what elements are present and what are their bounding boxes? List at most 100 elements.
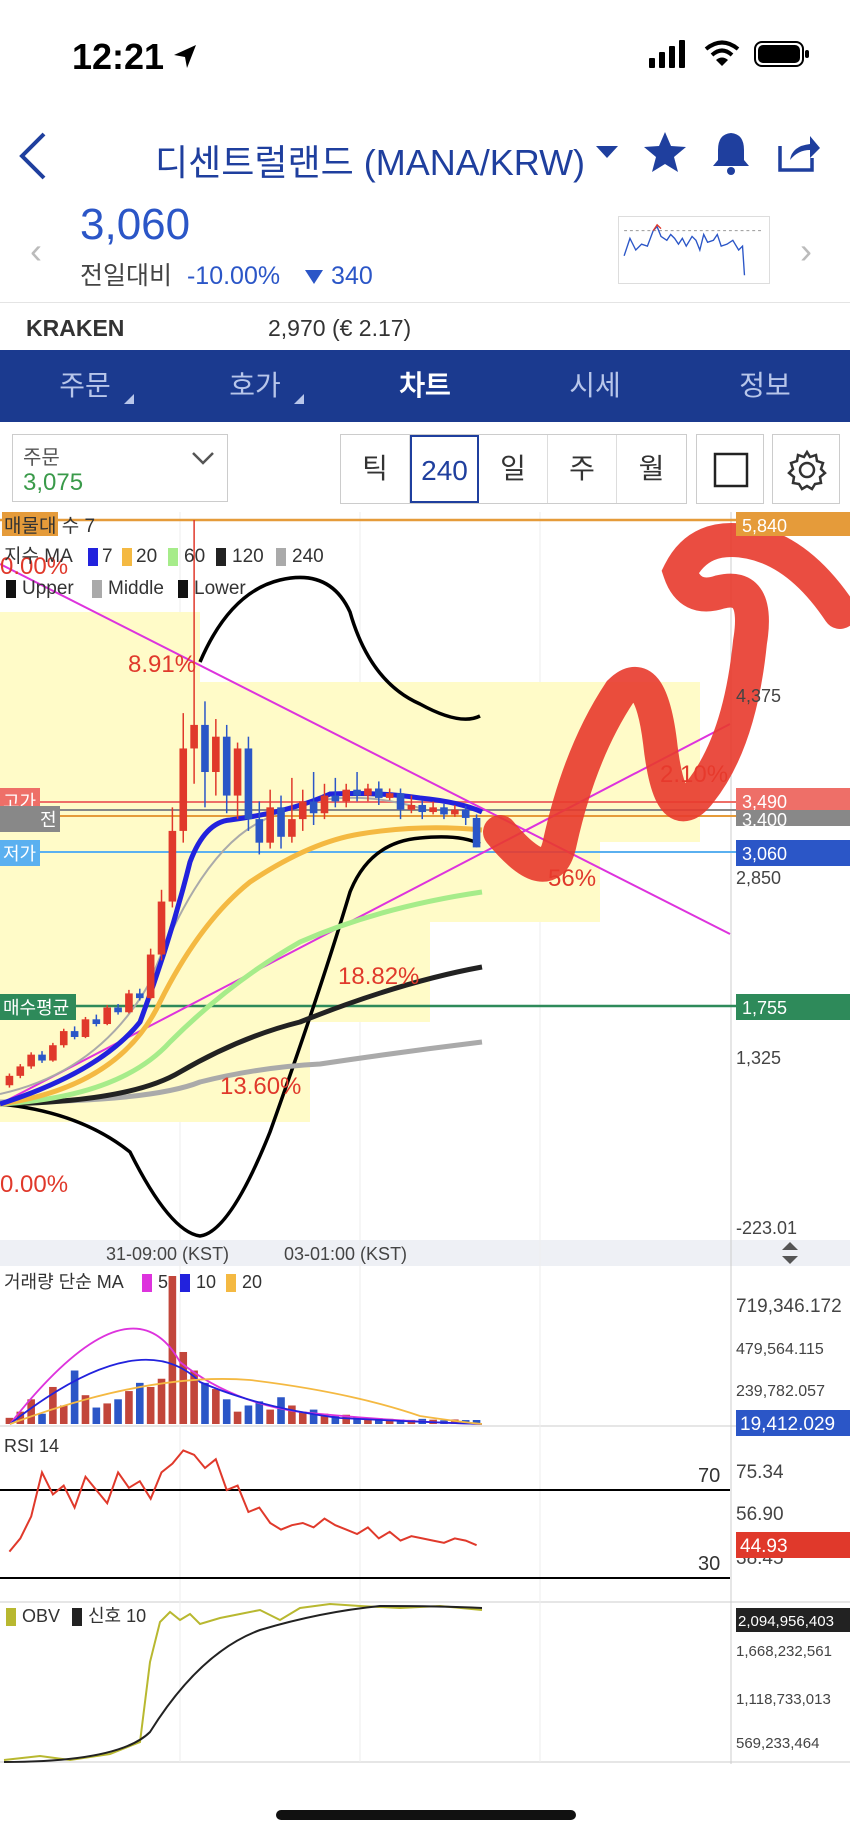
tab-bar: 주문 호가 차트 시세 정보 xyxy=(0,350,850,422)
vol-ma5-label: 5 xyxy=(158,1272,168,1292)
mini-sparkline[interactable] xyxy=(618,216,770,284)
change-amount-value: 340 xyxy=(331,262,373,290)
tab-info-label: 정보 xyxy=(739,370,791,401)
candle-body xyxy=(309,801,318,814)
price-change: 전일대비 -10.00% 340 xyxy=(80,256,373,292)
ma60-swatch xyxy=(168,548,178,566)
candle-body xyxy=(385,793,394,798)
vol-ma20-swatch xyxy=(226,1274,236,1292)
candle-body xyxy=(472,817,481,848)
candle-body xyxy=(38,1054,46,1061)
chevron-down-icon xyxy=(192,452,214,465)
candle-body xyxy=(92,1019,101,1025)
volume-bar xyxy=(27,1399,35,1424)
ma7-label: 7 xyxy=(102,546,113,567)
candle-body xyxy=(146,954,155,999)
change-label: 전일대비 xyxy=(80,262,173,290)
wifi-icon xyxy=(704,40,739,66)
obv-swatch xyxy=(6,1608,16,1626)
volume-bar xyxy=(288,1405,296,1424)
obv-signal-label: 신호 10 xyxy=(88,1606,146,1626)
candle-body xyxy=(320,795,329,814)
share-icon[interactable] xyxy=(772,128,822,178)
axis-tag-max-value: 5,840 xyxy=(742,516,787,536)
tab-order[interactable]: 주문 xyxy=(0,350,170,422)
tab-order-label: 주문 xyxy=(59,370,111,401)
candle-body xyxy=(212,736,220,773)
candle-body xyxy=(374,788,383,798)
fullscreen-button[interactable] xyxy=(696,434,764,504)
volume-bar xyxy=(146,1386,155,1424)
settings-button[interactable] xyxy=(772,434,840,504)
star-icon[interactable] xyxy=(640,128,690,178)
obv-current-value: 2,094,956,403 xyxy=(738,1613,834,1630)
submenu-triangle-icon xyxy=(294,394,304,404)
order-value: 3,075 xyxy=(23,469,84,496)
price-chart[interactable]: 0.00% 8.91% 18.82% 13.60% 0.00% 2.10% 56… xyxy=(0,512,850,1764)
vol-ma5-swatch xyxy=(142,1274,152,1292)
vol-ma20-label: 20 xyxy=(242,1272,262,1292)
period-day-button[interactable]: 일 xyxy=(479,435,548,503)
rsi-30-label: 30 xyxy=(698,1553,720,1575)
status-bar: 12:21 xyxy=(0,0,850,110)
ma20-swatch xyxy=(122,548,132,566)
exchange-compare-row: KRAKEN 2,970 (€ 2.17) xyxy=(0,302,850,350)
candle-body xyxy=(461,809,470,818)
candle-body xyxy=(396,793,405,810)
candle-body xyxy=(5,1075,14,1086)
ma240-swatch xyxy=(276,548,286,566)
volume-bar xyxy=(222,1399,231,1424)
volume-bar xyxy=(201,1382,209,1424)
prev-tag-label: 전 xyxy=(40,810,57,830)
axis-label: 1,118,733,013 xyxy=(736,1691,831,1708)
candle-body xyxy=(59,1031,68,1046)
candle-body xyxy=(222,736,231,796)
candle-body xyxy=(331,795,340,802)
axis-tag-avg-value: 1,755 xyxy=(742,998,787,1018)
fib-label: 8.91% xyxy=(128,651,196,678)
candle-body xyxy=(16,1066,25,1076)
candle-body xyxy=(244,748,253,820)
back-arrow-icon[interactable] xyxy=(12,128,52,184)
page-title[interactable]: 디센트럴랜드 (MANA/KRW) xyxy=(155,134,585,186)
axis-label: 239,782.057 xyxy=(736,1383,825,1400)
bb-middle-swatch xyxy=(92,580,102,598)
chevron-down-icon[interactable] xyxy=(596,146,618,160)
period-tick-button[interactable]: 틱 xyxy=(341,435,410,503)
prev-arrow-icon[interactable]: ‹ xyxy=(30,230,42,272)
volume-bar xyxy=(212,1389,220,1424)
square-icon xyxy=(713,452,749,488)
ma7-swatch xyxy=(88,548,98,566)
tab-market-label: 시세 xyxy=(569,370,621,401)
volume-bar xyxy=(266,1409,274,1424)
exchange-price: 2,970 (€ 2.17) xyxy=(268,315,412,341)
volume-bar xyxy=(92,1407,101,1424)
price-summary: ‹ 3,060 전일대비 -10.00% 340 › xyxy=(0,200,850,300)
candle-body xyxy=(103,1007,112,1025)
candle-body xyxy=(27,1054,35,1067)
nav-header: 디센트럴랜드 (MANA/KRW) xyxy=(0,110,850,202)
candle-body xyxy=(342,789,351,802)
order-label: 주문 xyxy=(23,447,60,469)
period-240-button[interactable]: 240 xyxy=(410,435,479,503)
next-arrow-icon[interactable]: › xyxy=(800,230,812,272)
candle-body xyxy=(190,724,198,749)
tab-info[interactable]: 정보 xyxy=(680,350,850,422)
volume-bar xyxy=(277,1397,285,1424)
tab-market[interactable]: 시세 xyxy=(510,350,680,422)
tab-orderbook[interactable]: 호가 xyxy=(170,350,340,422)
tab-orderbook-label: 호가 xyxy=(229,370,281,401)
candle-body xyxy=(233,748,242,796)
volume-bar xyxy=(103,1403,112,1424)
bell-icon[interactable] xyxy=(706,128,756,178)
time-label: 03-01:00 (KST) xyxy=(284,1244,407,1264)
volume-bar xyxy=(135,1382,144,1424)
vol-ma10-swatch xyxy=(180,1274,190,1292)
tab-chart[interactable]: 차트 xyxy=(340,350,510,422)
period-selector: 틱 240 일 주 월 xyxy=(340,434,687,504)
status-time: 12:21 xyxy=(72,36,165,77)
volume-title: 거래량 단순 MA xyxy=(4,1272,124,1292)
period-month-button[interactable]: 월 xyxy=(617,435,686,503)
period-week-button[interactable]: 주 xyxy=(548,435,617,503)
order-dropdown[interactable]: 주문 3,075 xyxy=(12,434,228,502)
